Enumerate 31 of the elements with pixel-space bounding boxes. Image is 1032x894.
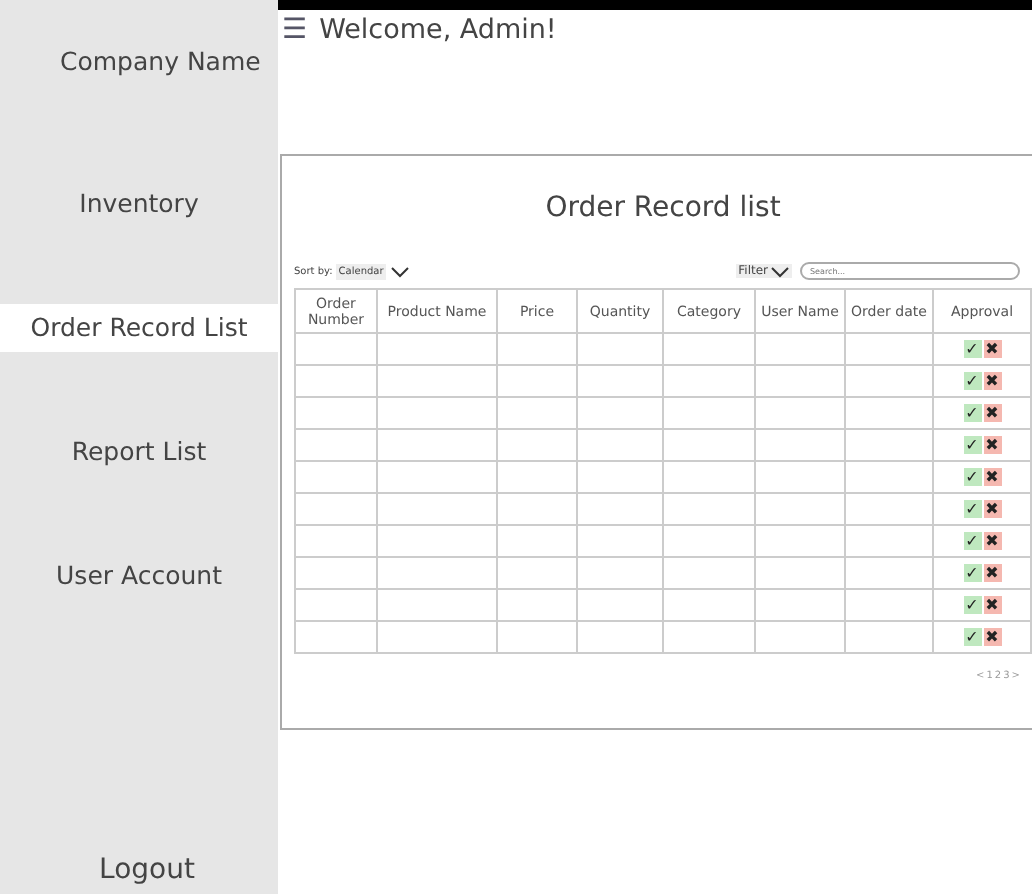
reject-button[interactable]: ✖ — [983, 403, 1001, 422]
card-title: Order Record list — [543, 192, 783, 224]
approve-button[interactable]: ✓ — [963, 595, 981, 614]
welcome-text: Welcome, Admin! — [319, 14, 557, 46]
nav-item[interactable]: Order Record List — [0, 304, 278, 352]
approve-button[interactable]: ✓ — [963, 563, 981, 582]
reject-button[interactable]: ✖ — [983, 563, 1001, 582]
reject-button[interactable]: ✖ — [983, 627, 1001, 646]
nav-item[interactable]: Report List — [0, 428, 278, 476]
logout-link[interactable]: Logout — [83, 854, 195, 886]
approve-button[interactable]: ✓ — [963, 403, 981, 422]
caret-icon — [389, 265, 410, 277]
caret-icon — [770, 265, 790, 277]
reject-button[interactable]: ✖ — [983, 371, 1001, 390]
approve-button[interactable]: ✓ — [963, 371, 981, 390]
reject-button[interactable]: ✖ — [983, 531, 1001, 550]
reject-button[interactable]: ✖ — [983, 499, 1001, 518]
reject-button[interactable]: ✖ — [983, 435, 1001, 454]
approve-button[interactable]: ✓ — [963, 467, 981, 486]
reject-button[interactable]: ✖ — [983, 339, 1001, 358]
company-name: Company Name — [58, 44, 261, 80]
approve-button[interactable]: ✓ — [963, 627, 981, 646]
menu-icon[interactable]: ☰ — [282, 14, 308, 46]
reject-button[interactable]: ✖ — [983, 595, 1001, 614]
nav-item[interactable]: Inventory — [0, 180, 278, 228]
approve-button[interactable]: ✓ — [963, 435, 981, 454]
approve-button[interactable]: ✓ — [963, 531, 981, 550]
approve-button[interactable]: ✓ — [963, 499, 981, 518]
nav-item[interactable]: User Account — [0, 552, 278, 600]
reject-button[interactable]: ✖ — [983, 467, 1001, 486]
approve-button[interactable]: ✓ — [963, 339, 981, 358]
